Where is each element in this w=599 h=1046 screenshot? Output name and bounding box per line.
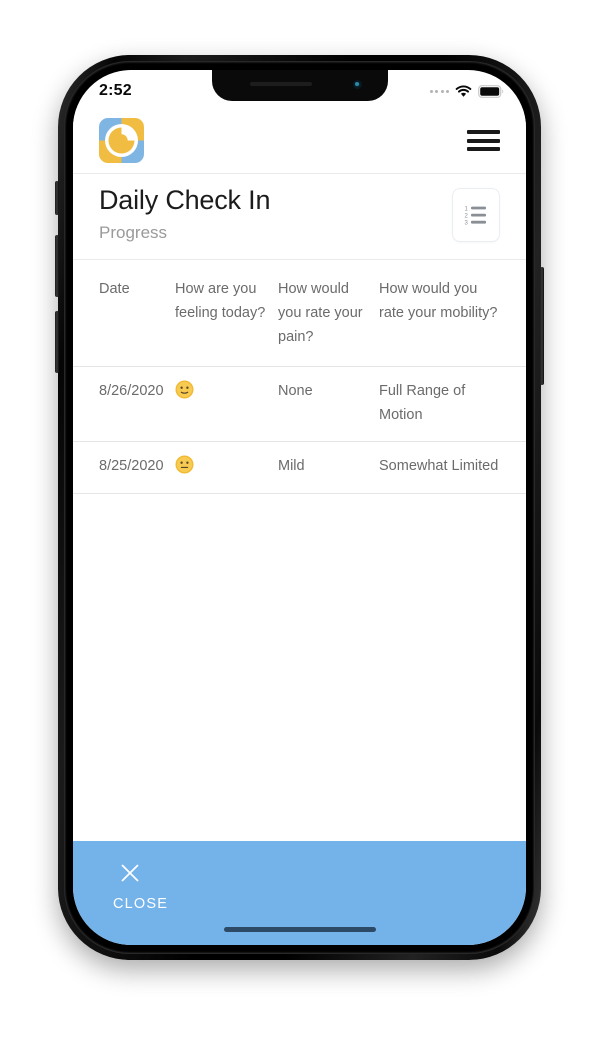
volume-up-button[interactable] — [55, 235, 59, 297]
cell-date: 8/25/2020 — [73, 441, 175, 494]
svg-text:1: 1 — [465, 207, 469, 213]
table-row[interactable]: 8/26/2020 None Full Range of Motion — [73, 366, 526, 442]
neutral-face-emoji — [175, 380, 194, 399]
column-header-mobility: How would you rate your mobility? — [379, 260, 526, 367]
page-title: Daily Check In — [99, 185, 271, 215]
page-title-group: Daily Check In Progress — [99, 185, 271, 242]
earpiece-speaker — [249, 82, 312, 86]
cell-mobility: Somewhat Limited — [379, 441, 526, 494]
home-indicator[interactable] — [223, 927, 376, 932]
app-logo-icon[interactable] — [99, 118, 144, 163]
svg-text:2: 2 — [465, 214, 469, 220]
power-button[interactable] — [540, 267, 544, 385]
phone-screen: 2:52 Daily Check In Progress 1 2 3 Date … — [73, 70, 526, 945]
close-x-icon — [121, 864, 139, 882]
signal-dots-icon — [429, 89, 449, 93]
cell-feeling — [175, 366, 278, 442]
numbered-list-button[interactable]: 1 2 3 — [452, 188, 500, 242]
battery-full-icon — [478, 84, 504, 98]
silent-switch[interactable] — [55, 181, 59, 215]
cell-date: 8/26/2020 — [73, 366, 175, 442]
hamburger-menu-icon[interactable] — [467, 130, 500, 151]
cell-feeling — [175, 441, 278, 494]
table-row[interactable]: 8/25/2020 Mild Somewhat Limited — [73, 441, 526, 494]
close-button[interactable]: CLOSE — [73, 841, 526, 945]
cell-pain: Mild — [278, 441, 379, 494]
cell-mobility: Full Range of Motion — [379, 366, 526, 442]
column-header-feeling: How are you feeling today? — [175, 260, 278, 367]
device-notch — [211, 70, 388, 101]
status-bar-time: 2:52 — [99, 82, 132, 99]
progress-table-container[interactable]: Date How are you feeling today? How woul… — [73, 260, 526, 841]
table-header-row: Date How are you feeling today? How woul… — [73, 260, 526, 367]
page-subtitle: Progress — [99, 222, 168, 242]
screenshot-canvas: 2:52 Daily Check In Progress 1 2 3 Date … — [0, 0, 599, 1046]
volume-down-button[interactable] — [55, 311, 59, 373]
close-button-label: CLOSE — [113, 896, 169, 912]
numbered-list-icon: 1 2 3 — [465, 207, 486, 227]
page-header: Daily Check In Progress 1 2 3 — [73, 174, 526, 260]
front-camera-icon — [352, 80, 362, 89]
phone-device-frame: 2:52 Daily Check In Progress 1 2 3 Date … — [55, 55, 544, 960]
neutral-face-emoji — [175, 455, 194, 474]
status-bar-indicators — [429, 84, 505, 98]
column-header-pain: How would you rate your pain? — [278, 260, 379, 367]
daily-checkin-table: Date How are you feeling today? How woul… — [73, 260, 526, 494]
wifi-icon — [455, 84, 472, 97]
svg-text:3: 3 — [465, 221, 469, 227]
column-header-date: Date — [73, 260, 175, 367]
app-header — [73, 108, 526, 174]
cell-pain: None — [278, 366, 379, 442]
